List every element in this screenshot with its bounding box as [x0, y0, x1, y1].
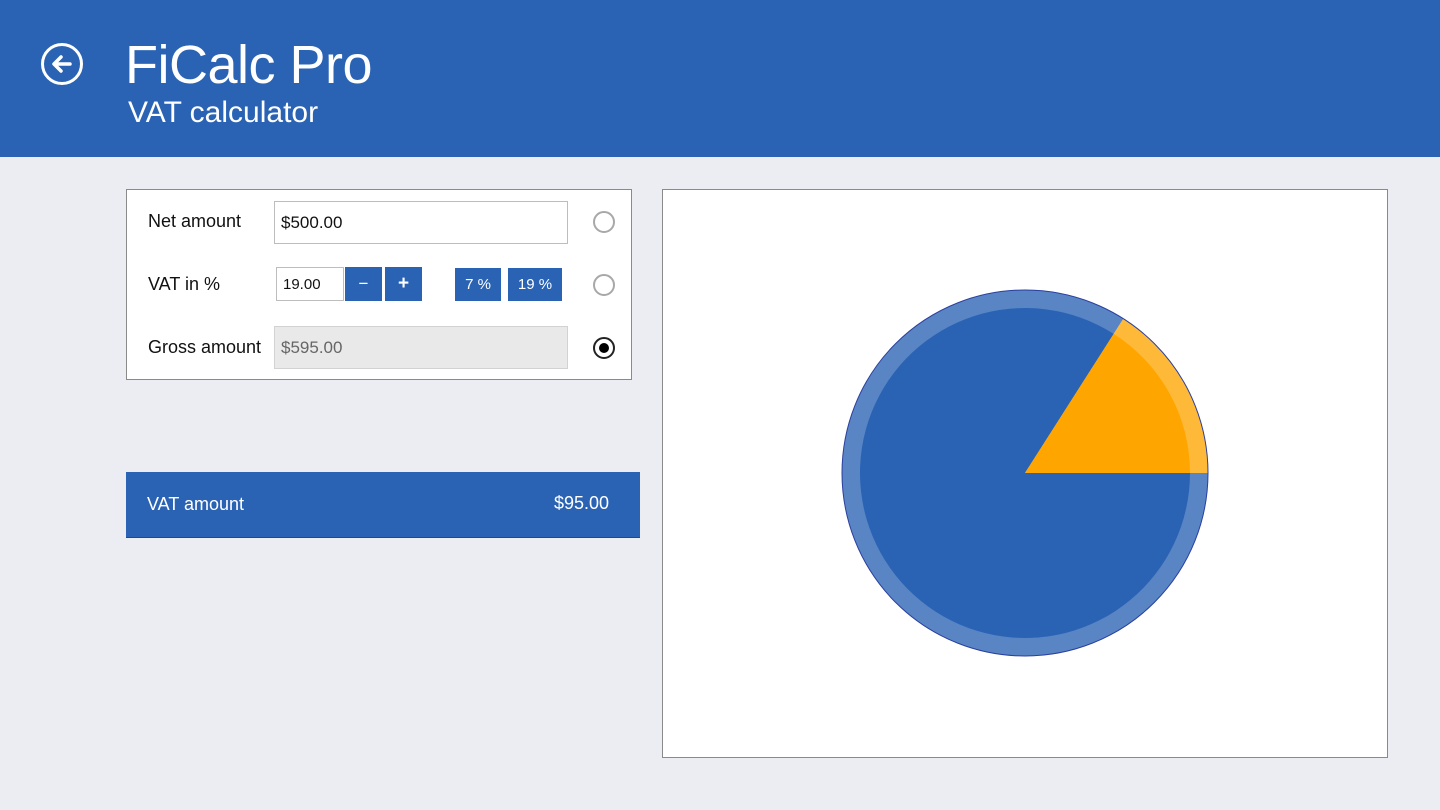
net-amount-input[interactable] — [274, 201, 568, 244]
chart-panel — [662, 189, 1388, 758]
vat-amount-label: VAT amount — [147, 494, 245, 514]
vat-decrement-button[interactable]: − — [345, 267, 382, 301]
back-arrow-circle-icon — [41, 43, 83, 85]
back-button[interactable] — [40, 42, 84, 86]
app-header: FiCalc Pro VAT calculator — [0, 0, 1440, 157]
vat-percent-label: VAT in % — [148, 274, 221, 294]
vat-preset-19-button[interactable]: 19 % — [508, 268, 562, 301]
gross-amount-input[interactable] — [274, 326, 568, 369]
net-amount-label: Net amount — [148, 211, 242, 231]
vat-pie-chart — [841, 289, 1209, 657]
vat-amount-value: $95.00 — [553, 493, 609, 513]
gross-amount-label: Gross amount — [148, 337, 262, 357]
vat-increment-button[interactable]: + — [385, 267, 422, 301]
net-amount-radio[interactable] — [593, 211, 615, 233]
app-title: FiCalc Pro — [125, 35, 373, 95]
gross-amount-radio[interactable] — [593, 337, 615, 359]
vat-amount-result: VAT amount $95.00 — [126, 472, 640, 537]
vat-percent-input[interactable] — [276, 267, 344, 301]
vat-form-card: Net amount VAT in % − + 7 % 19 % Gross a… — [126, 189, 632, 380]
vat-percent-radio[interactable] — [593, 274, 615, 296]
page-subtitle: VAT calculator — [128, 96, 319, 129]
vat-preset-7-button[interactable]: 7 % — [455, 268, 501, 301]
